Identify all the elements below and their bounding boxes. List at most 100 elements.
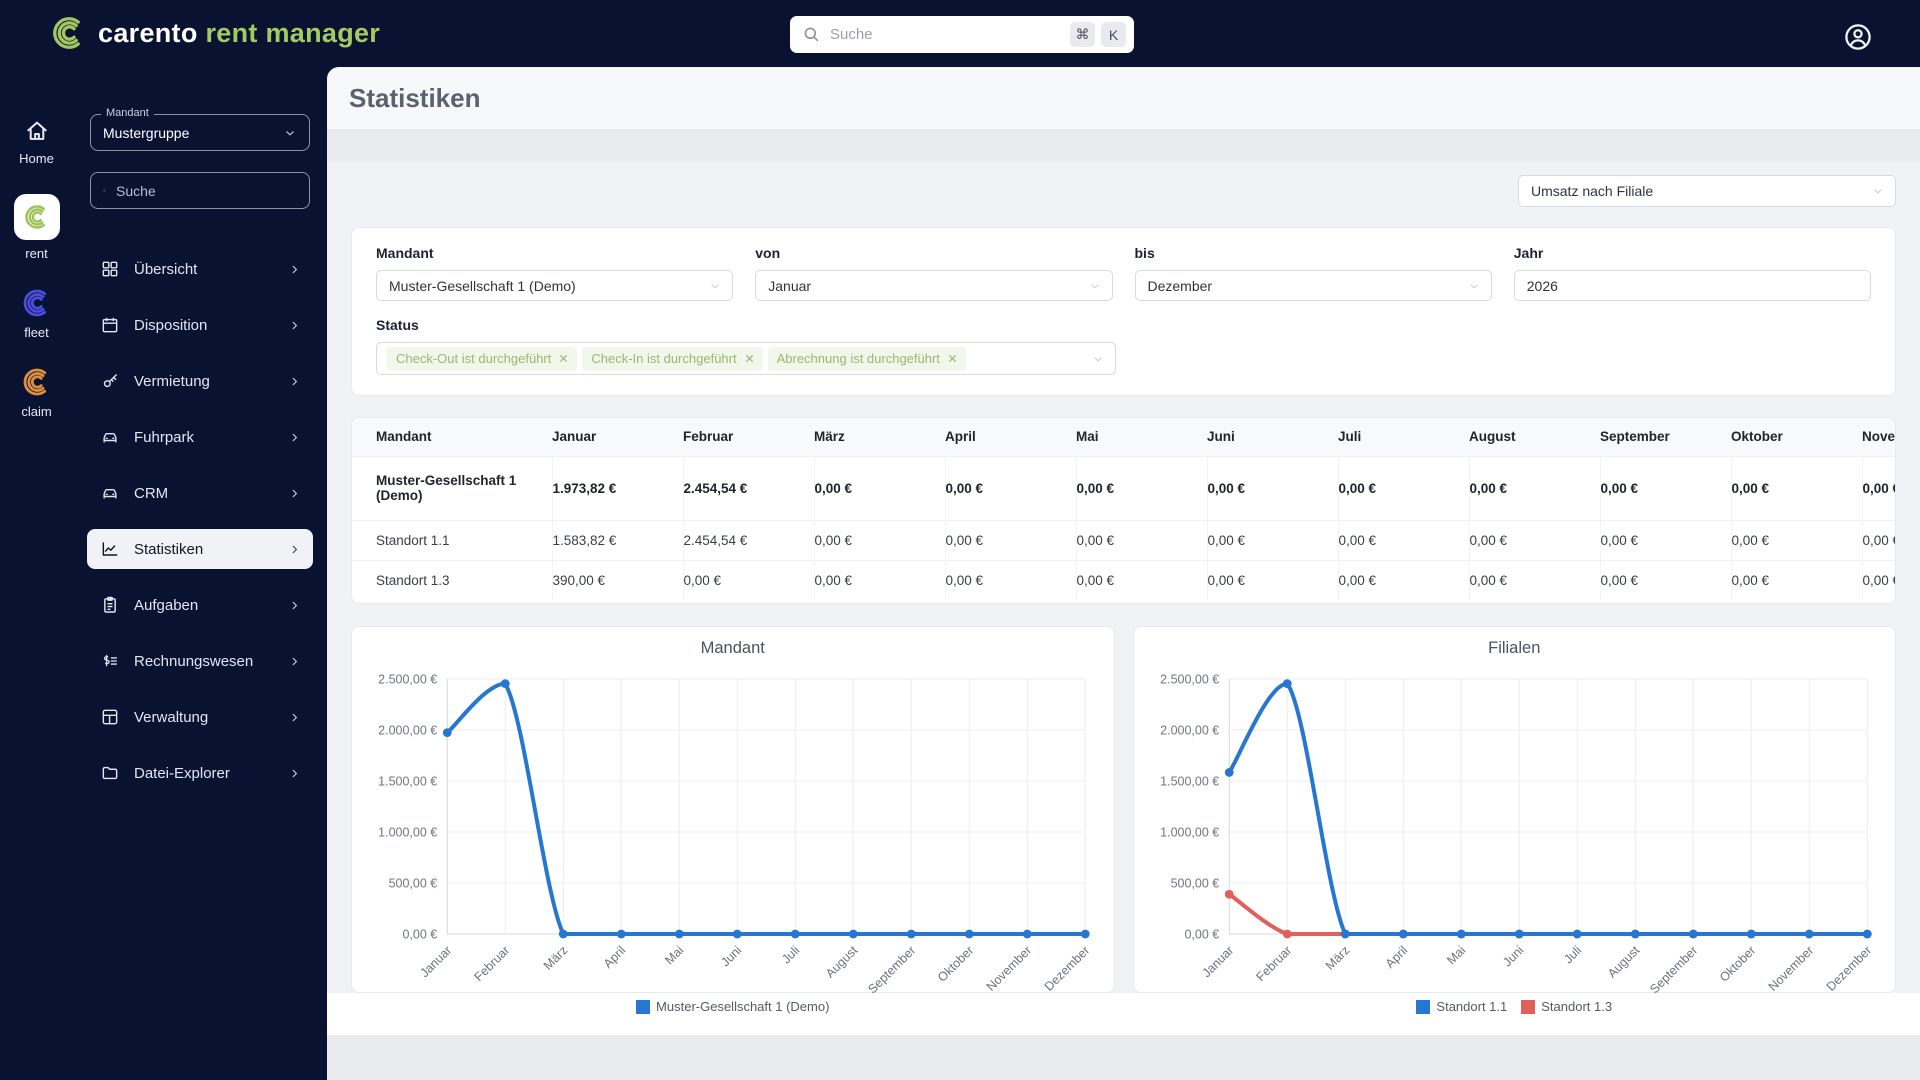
rail-claim-label: claim: [21, 404, 52, 419]
status-chip[interactable]: Check-Out ist durchgeführt: [387, 346, 578, 371]
sidebar-item-label: Datei-Explorer: [134, 764, 230, 782]
revenue-table-card: Mandant Januar Februar März April Mai Juni Juli…: [351, 417, 1896, 604]
svg-text:November: November: [984, 943, 1035, 994]
svg-text:1.500,00 €: 1.500,00 €: [378, 775, 437, 789]
legend-item[interactable]: Muster-Gesellschaft 1 (Demo): [636, 999, 829, 1014]
filter-mandant-select[interactable]: Muster-Gesellschaft 1 (Demo): [376, 270, 734, 301]
svg-text:Juni: Juni: [718, 943, 744, 969]
rail-item-claim[interactable]: claim: [0, 366, 73, 419]
sidebar-search[interactable]: [90, 172, 310, 209]
table-header-cell: Januar: [552, 418, 683, 457]
svg-text:0,00 €: 0,00 €: [1184, 928, 1219, 942]
brand-logo[interactable]: carento rent manager: [50, 14, 380, 52]
user-account-icon[interactable]: [1842, 21, 1874, 53]
sidebar-item-disposition[interactable]: Disposition: [87, 305, 313, 345]
chart-canvas: 0,00 € 500,00 € 1.000,00 € 1.500,00 € 2.000,…: [1160, 673, 1874, 997]
table-row: Standort 1.3 390,00 €0,00 €0,00 €0,00 €0,…: [352, 559, 1895, 600]
table-header-cell: August: [1469, 418, 1600, 457]
table-cell: 0,00 €: [944, 455, 1076, 520]
chevron-right-icon: [288, 655, 301, 668]
table-cell: 0,00 €: [1337, 559, 1469, 600]
topbar: carento rent manager ⌘ K: [0, 0, 1920, 67]
svg-text:Mai: Mai: [662, 943, 686, 967]
sidebar-item-datei-explorer[interactable]: Datei-Explorer: [87, 753, 313, 793]
legend-swatch: [636, 999, 651, 1014]
fleet-app-icon: [21, 287, 53, 319]
table-cell: 0,00 €: [1599, 519, 1731, 560]
table-cell: 0,00 €: [1861, 455, 1895, 520]
sidebar-mandant-select[interactable]: Mandant Mustergruppe: [90, 107, 310, 151]
table-cell: 0,00 €: [1468, 559, 1600, 600]
filter-von-select[interactable]: Januar: [755, 270, 1113, 301]
svg-text:Februar: Februar: [472, 943, 513, 984]
sidebar-item-uebersicht[interactable]: Übersicht: [87, 249, 313, 289]
legend-item[interactable]: Standort 1.3: [1521, 999, 1612, 1014]
status-chip[interactable]: Abrechnung ist durchgeführt: [767, 346, 966, 371]
table-header-cell: April: [945, 418, 1076, 457]
table-cell: 0,00 €: [682, 559, 814, 600]
legend-label: Muster-Gesellschaft 1 (Demo): [656, 999, 830, 1014]
sidebar-item-label: Übersicht: [134, 260, 198, 278]
svg-text:1.000,00 €: 1.000,00 €: [378, 826, 437, 840]
chevron-down-icon: [283, 126, 297, 140]
table-cell: 0,00 €: [1730, 519, 1862, 560]
svg-text:2.000,00 €: 2.000,00 €: [378, 724, 437, 738]
chevron-down-icon: [1091, 352, 1105, 366]
table-row: Muster-Gesellschaft 1 (Demo) 1.973,82 €2.…: [352, 455, 1895, 520]
filter-bis-select[interactable]: Dezember: [1134, 270, 1492, 301]
rail-item-home[interactable]: Home: [0, 117, 73, 166]
sidebar-item-label: CRM: [134, 484, 169, 502]
sidebar-item-rechnungswesen[interactable]: Rechnungswesen: [87, 641, 313, 681]
svg-text:Februar: Februar: [1253, 943, 1294, 984]
chip-remove-icon[interactable]: [745, 354, 754, 363]
table-header-cell: Oktober: [1731, 418, 1862, 457]
report-type-value: Umsatz nach Filiale: [1531, 183, 1654, 199]
status-chip[interactable]: Check-In ist durchgeführt: [582, 346, 763, 371]
sidebar-item-aufgaben[interactable]: Aufgaben: [87, 585, 313, 625]
search-icon: [103, 182, 106, 199]
chip-remove-icon[interactable]: [559, 354, 568, 363]
global-search[interactable]: ⌘ K: [790, 16, 1134, 53]
sidebar-search-input[interactable]: [116, 182, 297, 199]
svg-text:500,00 €: 500,00 €: [1170, 877, 1219, 891]
svg-text:1.000,00 €: 1.000,00 €: [1160, 826, 1219, 840]
chevron-right-icon: [288, 543, 301, 556]
svg-text:September: September: [1647, 943, 1700, 996]
legend-label: Standort 1.1: [1436, 999, 1508, 1014]
table-header-cell: Mandant: [352, 418, 552, 457]
table-header-cell: Juli: [1338, 418, 1469, 457]
car-icon: [100, 427, 120, 447]
svg-text:September: September: [865, 943, 918, 996]
sidebar-mandant-label: Mandant: [101, 107, 154, 119]
filter-von-label: von: [755, 245, 781, 261]
legend-item[interactable]: Standort 1.1: [1416, 999, 1507, 1014]
rail-item-fleet[interactable]: fleet: [0, 287, 73, 340]
chevron-right-icon: [288, 431, 301, 444]
status-chip-label: Abrechnung ist durchgeführt: [776, 351, 940, 366]
filter-jahr-label: Jahr: [1513, 245, 1544, 261]
sidebar-item-fuhrpark[interactable]: Fuhrpark: [87, 417, 313, 457]
filialen-chart-legend: Standort 1.1 Standort 1.3: [1133, 995, 1897, 1035]
svg-text:November: November: [1765, 943, 1816, 994]
sidebar-item-crm[interactable]: CRM: [87, 473, 313, 513]
filter-mandant-value: Muster-Gesellschaft 1 (Demo): [389, 277, 576, 294]
chip-remove-icon[interactable]: [948, 354, 957, 363]
filter-jahr-input[interactable]: [1513, 270, 1871, 301]
rail-rent-label: rent: [25, 246, 48, 261]
mandant-chart-legend: Muster-Gesellschaft 1 (Demo): [351, 995, 1115, 1035]
table-cell: 0,00 €: [1075, 559, 1207, 600]
table-header-cell: November: [1862, 418, 1895, 457]
sidebar-nav: Übersicht Disposition Vermietung Fuhrpar…: [73, 249, 327, 793]
filter-status-multiselect[interactable]: Check-Out ist durchgeführt Check-In ist …: [376, 342, 1116, 375]
folder-icon: [100, 763, 120, 783]
chart-canvas: 0,00 € 500,00 € 1.000,00 € 1.500,00 € 2.000,…: [378, 673, 1092, 997]
table-cell: 2.454,54 €: [682, 519, 814, 560]
global-search-input[interactable]: [830, 26, 1064, 43]
report-type-select[interactable]: Umsatz nach Filiale: [1518, 175, 1896, 207]
rail-home-label: Home: [19, 151, 54, 166]
sidebar-item-vermietung[interactable]: Vermietung: [87, 361, 313, 401]
sidebar-item-verwaltung[interactable]: Verwaltung: [87, 697, 313, 737]
sidebar-item-statistiken[interactable]: Statistiken: [87, 529, 313, 569]
table-cell: 2.454,54 €: [682, 455, 814, 520]
rail-item-rent[interactable]: rent: [0, 194, 73, 261]
